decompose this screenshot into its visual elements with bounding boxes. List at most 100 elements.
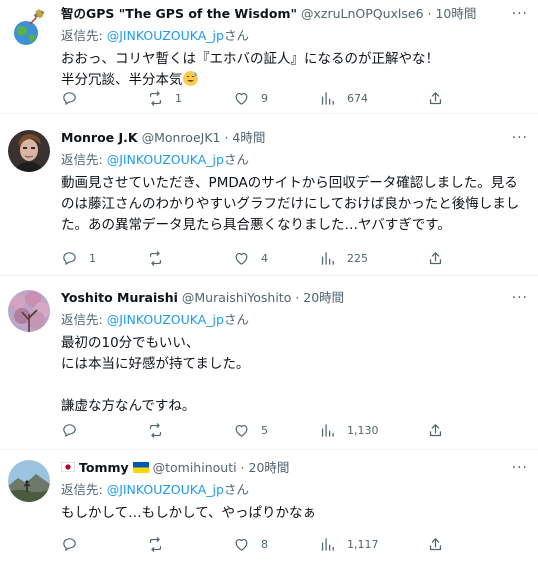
- reply-to-line: 返信先: @JINKOUZOUKA_jpさん: [61, 26, 528, 46]
- tweet-text-content: おおっ、コリヤ暫くは『エホバの証人』になるのが正解やな！ 半分冗談、半分本気: [61, 51, 439, 88]
- reply-to-mention[interactable]: @JINKOUZOUKA_jp: [107, 152, 224, 167]
- like-count: 9: [261, 91, 268, 105]
- avatar[interactable]: [8, 6, 50, 48]
- like-button[interactable]: 8: [233, 534, 268, 554]
- user-handle[interactable]: @MonroeJK1: [142, 130, 221, 145]
- avatar[interactable]: [8, 130, 50, 172]
- person-portrait-avatar: [8, 130, 50, 172]
- share-upload-icon: [429, 91, 442, 104]
- timestamp[interactable]: 20時間: [249, 460, 290, 475]
- share-button[interactable]: [427, 88, 444, 108]
- timestamp[interactable]: 4時間: [232, 130, 265, 145]
- view-count: 225: [347, 251, 368, 265]
- view-count: 1,117: [347, 537, 379, 551]
- speech-bubble-icon: [63, 91, 76, 105]
- separator-dot: ·: [423, 6, 436, 21]
- display-name[interactable]: Tommy: [79, 460, 129, 475]
- tweet-1[interactable]: Monroe J.K @MonroeJK1 · 4時間 ··· 返信先: @JI…: [0, 114, 538, 276]
- retweet-button[interactable]: [147, 534, 175, 554]
- speech-bubble-icon: [63, 423, 76, 437]
- view-count: 674: [347, 91, 368, 105]
- reply-to-mention[interactable]: @JINKOUZOUKA_jp: [107, 312, 224, 327]
- retweet-count: 1: [175, 91, 182, 105]
- separator-dot: ·: [236, 460, 249, 475]
- tweet-header: 智のGPS "The GPS of the Wisdom" @xzruLnOPQ…: [61, 4, 528, 24]
- reply-to-suffix: さん: [223, 312, 249, 327]
- more-options-icon[interactable]: ···: [512, 288, 528, 308]
- views-button[interactable]: 674: [319, 88, 368, 108]
- reply-button[interactable]: [61, 534, 89, 554]
- reply-button[interactable]: [61, 420, 89, 440]
- retweet-button[interactable]: [147, 420, 175, 440]
- tweet-actions: 1 9 674: [61, 88, 528, 108]
- bar-chart-icon: [321, 423, 334, 437]
- user-handle[interactable]: @MuraishiYoshito: [182, 290, 291, 305]
- like-button[interactable]: 5: [233, 420, 268, 440]
- display-name[interactable]: Monroe J.K: [61, 130, 138, 145]
- japan-flag-icon: [61, 460, 75, 474]
- bar-chart-icon: [321, 537, 334, 551]
- retweet-arrows-icon: [149, 250, 162, 266]
- reply-button[interactable]: [61, 88, 89, 108]
- reply-to-suffix: さん: [223, 28, 249, 43]
- reply-to-line: 返信先: @JINKOUZOUKA_jpさん: [61, 310, 528, 330]
- tweet-text: 動画見させていただき、PMDAのサイトから回収データ確認しました。見るのは藤江さ…: [61, 175, 520, 233]
- reply-to-mention[interactable]: @JINKOUZOUKA_jp: [107, 482, 224, 497]
- share-upload-icon: [429, 423, 442, 436]
- heart-icon: [235, 424, 248, 437]
- views-button[interactable]: 1,117: [319, 534, 379, 554]
- tweet-0[interactable]: 智のGPS "The GPS of the Wisdom" @xzruLnOPQ…: [0, 0, 538, 114]
- reply-to-mention[interactable]: @JINKOUZOUKA_jp: [107, 28, 224, 43]
- cherry-blossom-avatar: [8, 290, 50, 332]
- retweet-button[interactable]: [147, 248, 175, 268]
- user-handle[interactable]: @xzruLnOPQuxlse6: [301, 6, 424, 21]
- retweet-arrows-icon: [149, 536, 162, 552]
- reply-to-label: 返信先:: [61, 312, 107, 327]
- speech-bubble-icon: [63, 537, 76, 551]
- ukraine-flag-icon: [132, 459, 149, 473]
- display-name[interactable]: Yoshito Muraishi: [61, 290, 178, 305]
- share-button[interactable]: [427, 534, 444, 554]
- globe-satellite-avatar: [8, 6, 50, 48]
- like-button[interactable]: 9: [233, 88, 268, 108]
- reply-to-label: 返信先:: [61, 152, 107, 167]
- more-options-icon[interactable]: ···: [512, 458, 528, 478]
- reply-count: 1: [89, 251, 96, 265]
- timestamp[interactable]: 20時間: [303, 290, 344, 305]
- mountain-landscape-avatar: [8, 460, 50, 502]
- reply-button[interactable]: 1: [61, 248, 96, 268]
- display-name[interactable]: 智のGPS "The GPS of the Wisdom": [61, 6, 297, 21]
- tweet-2[interactable]: Yoshito Muraishi @MuraishiYoshito · 20時間…: [0, 276, 538, 450]
- like-count: 8: [261, 537, 268, 551]
- bar-chart-icon: [321, 91, 334, 105]
- share-upload-icon: [429, 537, 442, 550]
- avatar[interactable]: [8, 290, 50, 332]
- share-upload-icon: [429, 251, 442, 264]
- avatar[interactable]: [8, 460, 50, 502]
- like-button[interactable]: 4: [233, 248, 268, 268]
- tweet-text: 最初の10分でもいい、 には本当に好感が持てました。 謙虚な方なんですね。: [61, 335, 250, 414]
- sweat-smile-emoji-icon: [182, 71, 198, 86]
- views-button[interactable]: 225: [319, 248, 368, 268]
- reply-to-label: 返信先:: [61, 482, 107, 497]
- tweet-3[interactable]: Tommy @tomihinouti · 20時間 ··· 返信先: @JINK…: [0, 450, 538, 567]
- heart-icon: [235, 538, 248, 551]
- more-options-icon[interactable]: ···: [512, 4, 528, 24]
- retweet-button[interactable]: 1: [147, 88, 182, 108]
- tweet-actions: 8 1,117: [61, 534, 528, 554]
- tweet-actions: 1 4 225: [61, 248, 528, 268]
- like-count: 5: [261, 423, 268, 437]
- reply-to-line: 返信先: @JINKOUZOUKA_jpさん: [61, 150, 528, 170]
- more-options-icon[interactable]: ···: [512, 128, 528, 148]
- share-button[interactable]: [427, 248, 444, 268]
- timestamp[interactable]: 10時間: [435, 6, 476, 21]
- views-button[interactable]: 1,130: [319, 420, 379, 440]
- separator-dot: ·: [291, 290, 304, 305]
- view-count: 1,130: [347, 423, 379, 437]
- heart-icon: [235, 252, 248, 265]
- share-button[interactable]: [427, 420, 444, 440]
- user-handle[interactable]: @tomihinouti: [153, 460, 237, 475]
- reply-to-label: 返信先:: [61, 28, 107, 43]
- like-count: 4: [261, 251, 268, 265]
- reply-to-suffix: さん: [223, 482, 249, 497]
